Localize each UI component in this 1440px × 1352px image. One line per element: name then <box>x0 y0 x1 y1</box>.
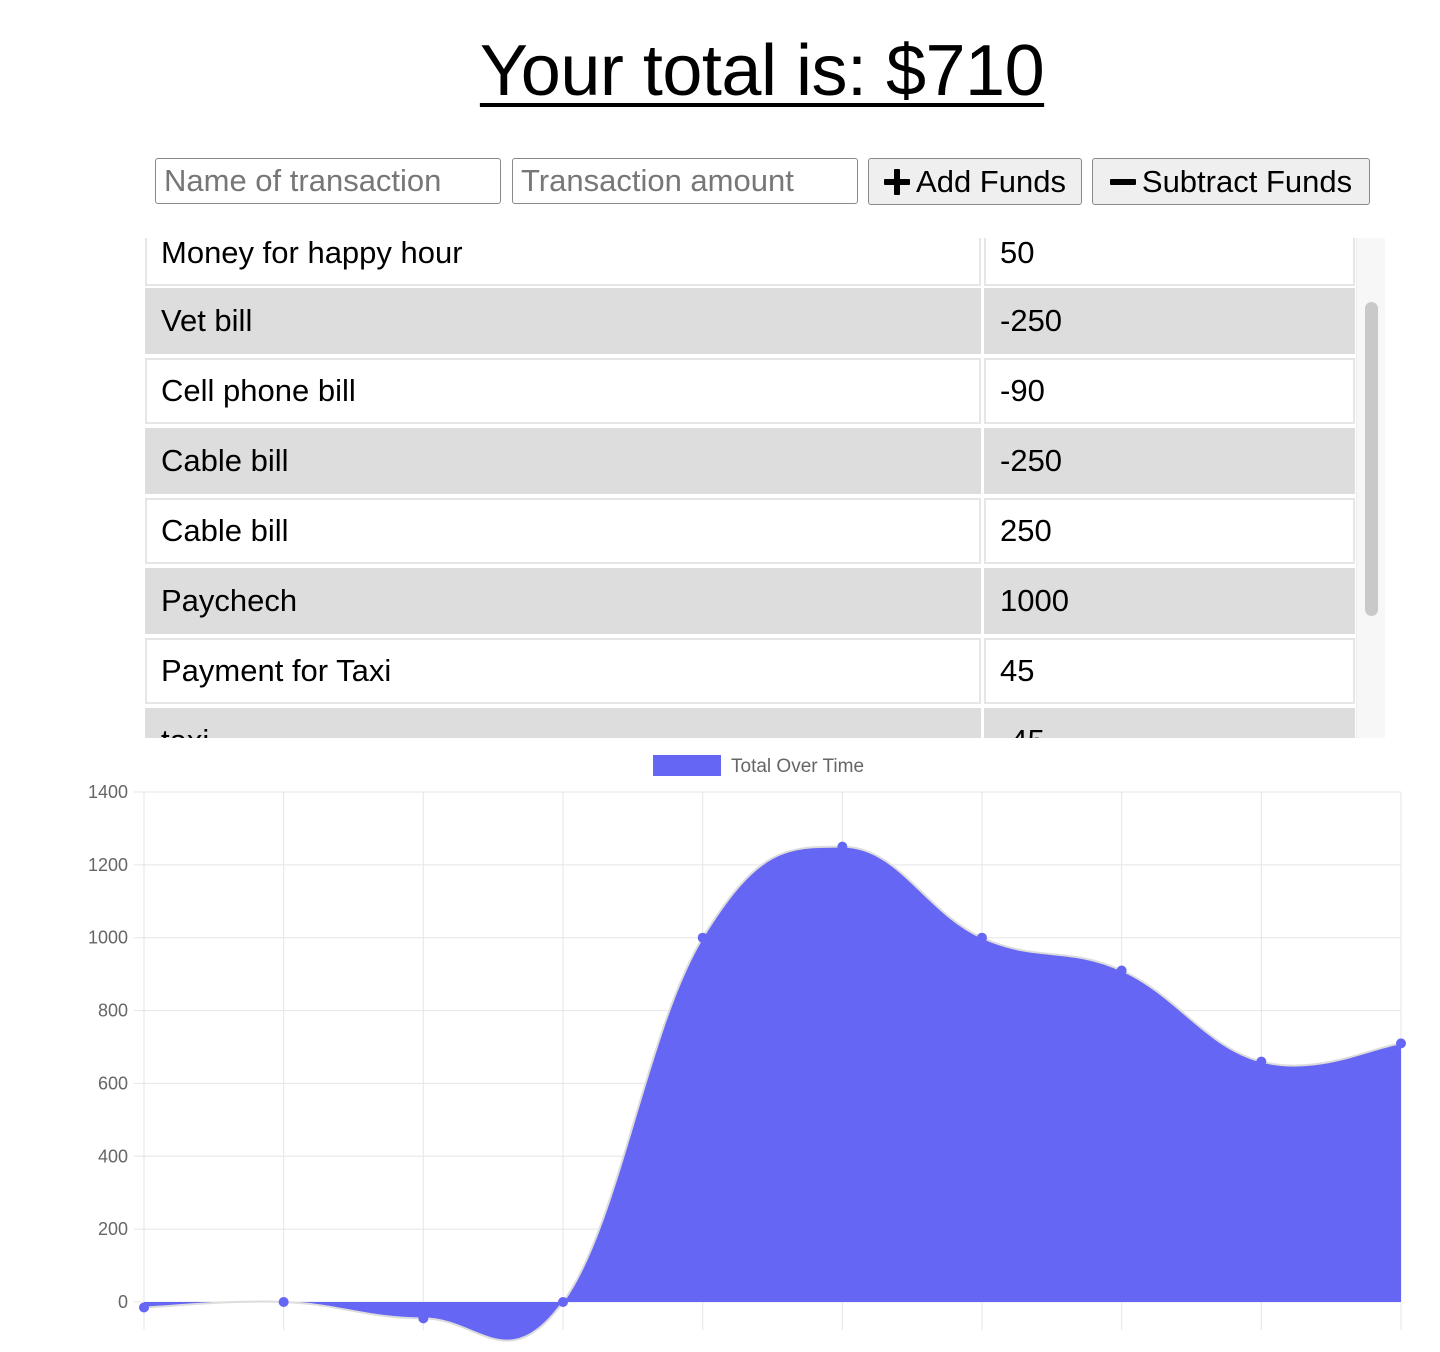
y-tick-label: 0 <box>118 1292 128 1312</box>
data-point[interactable] <box>558 1297 568 1307</box>
transaction-name-cell: taxi <box>145 708 981 738</box>
transaction-name-cell: Cell phone bill <box>145 358 981 424</box>
transaction-name-cell: Money for happy hour <box>145 238 981 286</box>
table-row: Cable bill 250 <box>145 498 1355 564</box>
legend-label: Total Over Time <box>731 756 864 777</box>
y-tick-label: 1400 <box>88 782 128 802</box>
data-point[interactable] <box>977 932 987 943</box>
transaction-amount-cell: 1000 <box>984 568 1355 634</box>
y-tick-label: 200 <box>98 1219 128 1239</box>
total-over-time-chart: 0 200 400 600 800 1000 1200 1400 Total Over Tim… <box>0 740 1440 1352</box>
add-funds-label: Add Funds <box>916 163 1066 199</box>
legend-swatch <box>653 755 721 776</box>
scrollbar-thumb[interactable] <box>1365 302 1378 616</box>
data-point[interactable] <box>1256 1056 1267 1067</box>
table-row: taxi -45 <box>145 708 1355 738</box>
y-tick-label: 1000 <box>88 928 128 948</box>
series-area <box>144 846 1401 1341</box>
subtract-funds-label: Subtract Funds <box>1141 163 1353 199</box>
table-row: Vet bill -250 <box>145 288 1355 354</box>
transaction-amount-cell: -90 <box>984 358 1355 424</box>
data-point[interactable] <box>837 841 848 852</box>
plus-icon <box>884 168 911 195</box>
chart-legend[interactable]: Total Over Time <box>653 755 864 777</box>
transaction-name-input[interactable] <box>155 158 501 204</box>
data-point[interactable] <box>697 932 708 943</box>
transaction-amount-cell: 250 <box>984 498 1355 564</box>
transaction-amount-cell: -250 <box>984 288 1355 354</box>
data-point[interactable] <box>139 1302 149 1313</box>
add-funds-button[interactable]: Add Funds <box>868 158 1082 205</box>
transaction-amount-cell: 50 <box>984 238 1355 286</box>
data-point[interactable] <box>278 1297 289 1307</box>
table-row: Cell phone bill -90 <box>145 358 1355 424</box>
data-point[interactable] <box>1116 965 1127 976</box>
subtract-funds-button[interactable]: Subtract Funds <box>1092 158 1370 205</box>
y-tick-label: 1200 <box>88 855 128 875</box>
transaction-name-cell: Paychech <box>145 568 981 634</box>
minus-icon <box>1109 169 1136 195</box>
transaction-name-cell: Vet bill <box>145 288 981 354</box>
y-tick-label: 600 <box>98 1073 128 1093</box>
table-row: Money for happy hour 50 <box>145 238 1355 286</box>
y-tick-label: 800 <box>98 1001 128 1021</box>
y-tick-label: 400 <box>98 1146 128 1166</box>
transaction-amount-cell: -250 <box>984 428 1355 494</box>
transactions-table: Money for happy hour 50 Vet bill -250 Ce… <box>145 238 1385 738</box>
chart-canvas: 0 200 400 600 800 1000 1200 1400 Total Over Tim… <box>88 755 1406 1342</box>
table-scrollbar[interactable] <box>1356 238 1385 738</box>
transaction-amount-cell: 45 <box>984 638 1355 704</box>
transaction-name-cell: Payment for Taxi <box>145 638 981 704</box>
transaction-name-cell: Cable bill <box>145 428 981 494</box>
table-row: Payment for Taxi 45 <box>145 638 1355 704</box>
data-point[interactable] <box>1396 1038 1406 1049</box>
table-row: Paychech 1000 <box>145 568 1355 634</box>
data-point[interactable] <box>418 1313 429 1324</box>
transaction-amount-input[interactable] <box>512 158 858 204</box>
transaction-name-cell: Cable bill <box>145 498 981 564</box>
total-title: Your total is: $710 <box>479 31 1045 111</box>
transaction-amount-cell: -45 <box>984 708 1355 738</box>
table-row: Cable bill -250 <box>145 428 1355 494</box>
